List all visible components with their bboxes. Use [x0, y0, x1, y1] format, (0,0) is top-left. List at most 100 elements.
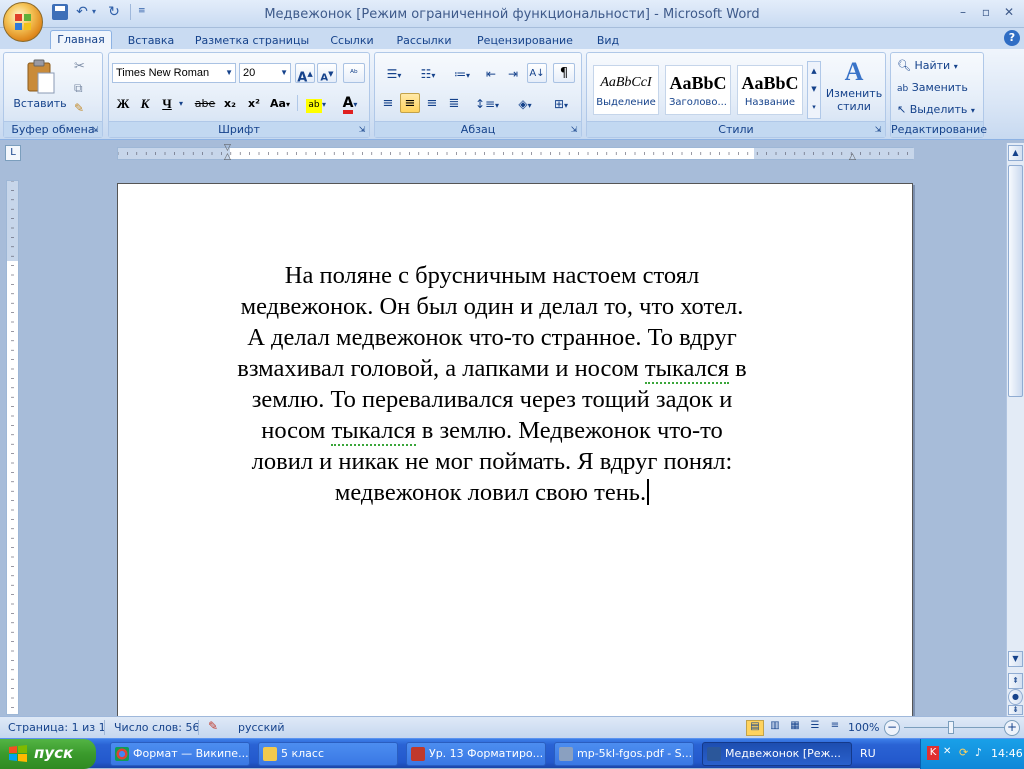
- clock[interactable]: 14:46: [991, 747, 1023, 760]
- find-button[interactable]: 🔍︎ Найти ▾: [897, 59, 958, 72]
- strikethrough-button[interactable]: abe: [193, 93, 217, 113]
- outline-view-icon[interactable]: ☰: [806, 720, 824, 736]
- superscript-button[interactable]: x²: [243, 93, 265, 113]
- font-family-dropdown-icon[interactable]: ▼: [225, 64, 233, 82]
- bold-button[interactable]: Ж: [113, 93, 133, 113]
- draft-view-icon[interactable]: ≡: [826, 720, 844, 736]
- right-indent-icon[interactable]: △: [849, 152, 856, 162]
- zoom-slider-track[interactable]: [904, 727, 1004, 728]
- reading-view-icon[interactable]: ▥: [766, 720, 784, 736]
- vertical-ruler[interactable]: [6, 180, 19, 715]
- increase-indent-button[interactable]: ⇥: [503, 63, 523, 83]
- italic-button[interactable]: К: [135, 93, 155, 113]
- zoom-slider-thumb[interactable]: [948, 721, 954, 734]
- tab-review[interactable]: Рецензирование: [470, 32, 580, 50]
- tab-home[interactable]: Главная: [50, 30, 112, 50]
- tab-insert[interactable]: Вставка: [122, 32, 180, 50]
- update-icon[interactable]: ⟳: [959, 746, 971, 760]
- font-launcher-icon[interactable]: ⇲: [357, 125, 367, 135]
- scroll-up-icon[interactable]: ▲: [1008, 145, 1023, 161]
- sort-button[interactable]: A↓: [527, 63, 547, 83]
- clipboard-launcher-icon[interactable]: ⇲: [90, 125, 100, 135]
- taskbar-item[interactable]: Формат — Википе...: [110, 742, 250, 766]
- cut-icon[interactable]: ✂: [74, 59, 85, 74]
- change-styles-button[interactable]: A Изменить стили: [825, 57, 883, 121]
- styles-launcher-icon[interactable]: ⇲: [873, 125, 883, 135]
- numbering-button[interactable]: ☷▾: [412, 63, 444, 83]
- web-layout-view-icon[interactable]: ▦: [786, 720, 804, 736]
- language-indicator[interactable]: RU: [860, 747, 876, 760]
- copy-icon[interactable]: ⧉: [74, 81, 83, 96]
- scroll-down-icon[interactable]: ▼: [1008, 651, 1023, 667]
- document-page[interactable]: На поляне с брусничным настоем стоял мед…: [117, 183, 913, 723]
- underline-dropdown-icon[interactable]: ▾: [179, 99, 183, 108]
- style-emphasis[interactable]: AaBbCcI Выделение: [593, 65, 659, 115]
- align-center-button[interactable]: ≡: [400, 93, 420, 113]
- start-button[interactable]: пуск: [0, 739, 96, 769]
- close-button[interactable]: ✕: [999, 5, 1019, 21]
- subscript-button[interactable]: x₂: [219, 93, 241, 113]
- taskbar-item[interactable]: 5 класс: [258, 742, 398, 766]
- zoom-in-icon[interactable]: +: [1004, 720, 1020, 736]
- bullets-button[interactable]: ☰▾: [378, 63, 410, 83]
- tab-selector-icon[interactable]: L: [5, 145, 21, 161]
- paste-button[interactable]: Вставить: [12, 59, 68, 113]
- underline-button[interactable]: Ч: [157, 93, 177, 113]
- clear-formatting-button[interactable]: ᴬᵇ: [343, 63, 365, 83]
- replace-button[interactable]: ab Заменить: [897, 81, 968, 94]
- customize-qa-icon[interactable]: ≡: [138, 6, 146, 16]
- page-count[interactable]: Страница: 1 из 1: [8, 721, 106, 734]
- shrink-font-button[interactable]: A▼: [317, 63, 337, 83]
- taskbar-item[interactable]: Ур. 13 Форматиро...: [406, 742, 546, 766]
- prev-page-icon[interactable]: ⇞: [1008, 673, 1023, 689]
- style-heading[interactable]: AaBbC Заголово...: [665, 65, 731, 115]
- line-spacing-button[interactable]: ↕≡▾: [471, 93, 503, 113]
- align-left-button[interactable]: ≡: [378, 93, 398, 113]
- scroll-thumb[interactable]: [1008, 165, 1023, 397]
- borders-button[interactable]: ⊞▾: [545, 93, 577, 113]
- format-painter-icon[interactable]: ✎: [74, 101, 84, 115]
- undo-icon[interactable]: ↶: [74, 4, 90, 20]
- language[interactable]: русский: [238, 721, 285, 734]
- vertical-scrollbar[interactable]: ▲ ▼ ⇞ ● ⇟: [1006, 143, 1024, 716]
- styles-scroll[interactable]: ▲ ▼ ▾: [807, 61, 821, 119]
- shading-button[interactable]: ◈▾: [509, 93, 541, 113]
- style-title[interactable]: AaBbC Название: [737, 65, 803, 115]
- left-indent-icon[interactable]: △: [224, 152, 231, 162]
- undo-dropdown-icon[interactable]: ▾: [92, 7, 96, 16]
- decrease-indent-button[interactable]: ⇤: [481, 63, 501, 83]
- zoom-level[interactable]: 100%: [848, 721, 879, 734]
- office-button[interactable]: [3, 2, 43, 42]
- font-size-dropdown-icon[interactable]: ▼: [280, 64, 288, 82]
- next-page-icon[interactable]: ⇟: [1008, 705, 1023, 715]
- tab-references[interactable]: Ссылки: [324, 32, 380, 50]
- taskbar-item-active[interactable]: Медвежонок [Реж...: [702, 742, 852, 766]
- save-icon[interactable]: [52, 4, 68, 20]
- show-marks-button[interactable]: ¶: [553, 63, 575, 83]
- tab-view[interactable]: Вид: [592, 32, 624, 50]
- proofing-icon[interactable]: ✎: [208, 719, 218, 733]
- word-count[interactable]: Число слов: 56: [114, 721, 200, 734]
- volume-icon[interactable]: ♪: [975, 746, 987, 760]
- highlight-button[interactable]: ab ▾: [301, 93, 331, 113]
- grow-font-button[interactable]: A▲: [295, 63, 315, 85]
- justify-button[interactable]: ≣: [444, 93, 464, 113]
- font-size-field[interactable]: 20 ▼: [239, 63, 291, 83]
- taskbar-item[interactable]: mp-5kl-fgos.pdf - S...: [554, 742, 694, 766]
- network-icon[interactable]: ✕: [943, 746, 955, 760]
- antivirus-icon[interactable]: K: [927, 746, 939, 760]
- maximize-button[interactable]: ▫: [976, 5, 996, 21]
- tab-page-layout[interactable]: Разметка страницы: [192, 32, 312, 50]
- help-icon[interactable]: ?: [1004, 30, 1020, 46]
- minimize-button[interactable]: –: [953, 5, 973, 21]
- browse-object-icon[interactable]: ●: [1008, 689, 1023, 705]
- multilevel-list-button[interactable]: ≔▾: [446, 63, 478, 83]
- select-button[interactable]: ↖ Выделить ▾: [897, 103, 975, 116]
- font-family-field[interactable]: Times New Roman ▼: [112, 63, 236, 83]
- redo-icon[interactable]: ↻: [106, 4, 122, 20]
- horizontal-ruler[interactable]: ▽ △ △: [117, 143, 914, 162]
- paragraph-launcher-icon[interactable]: ⇲: [569, 125, 579, 135]
- tab-mailings[interactable]: Рассылки: [392, 32, 456, 50]
- print-layout-view-icon[interactable]: ▤: [746, 720, 764, 736]
- align-right-button[interactable]: ≡: [422, 93, 442, 113]
